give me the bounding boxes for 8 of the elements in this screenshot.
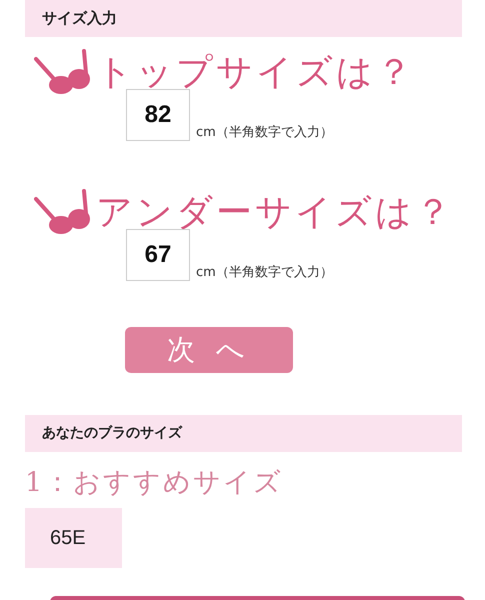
size-result: 65E bbox=[25, 508, 122, 568]
section-heading: あなたのブラのサイズ bbox=[25, 415, 462, 452]
input-field[interactable]: 67 bbox=[126, 229, 190, 281]
result-label: 1：おすすめサイズ bbox=[25, 466, 284, 500]
unit-hint: cm（半角数字で入力） bbox=[196, 264, 333, 281]
section-heading: サイズ入力 bbox=[25, 0, 462, 37]
input-field[interactable]: 82 bbox=[126, 89, 190, 141]
unit-hint: cm（半角数字で入力） bbox=[196, 124, 333, 141]
